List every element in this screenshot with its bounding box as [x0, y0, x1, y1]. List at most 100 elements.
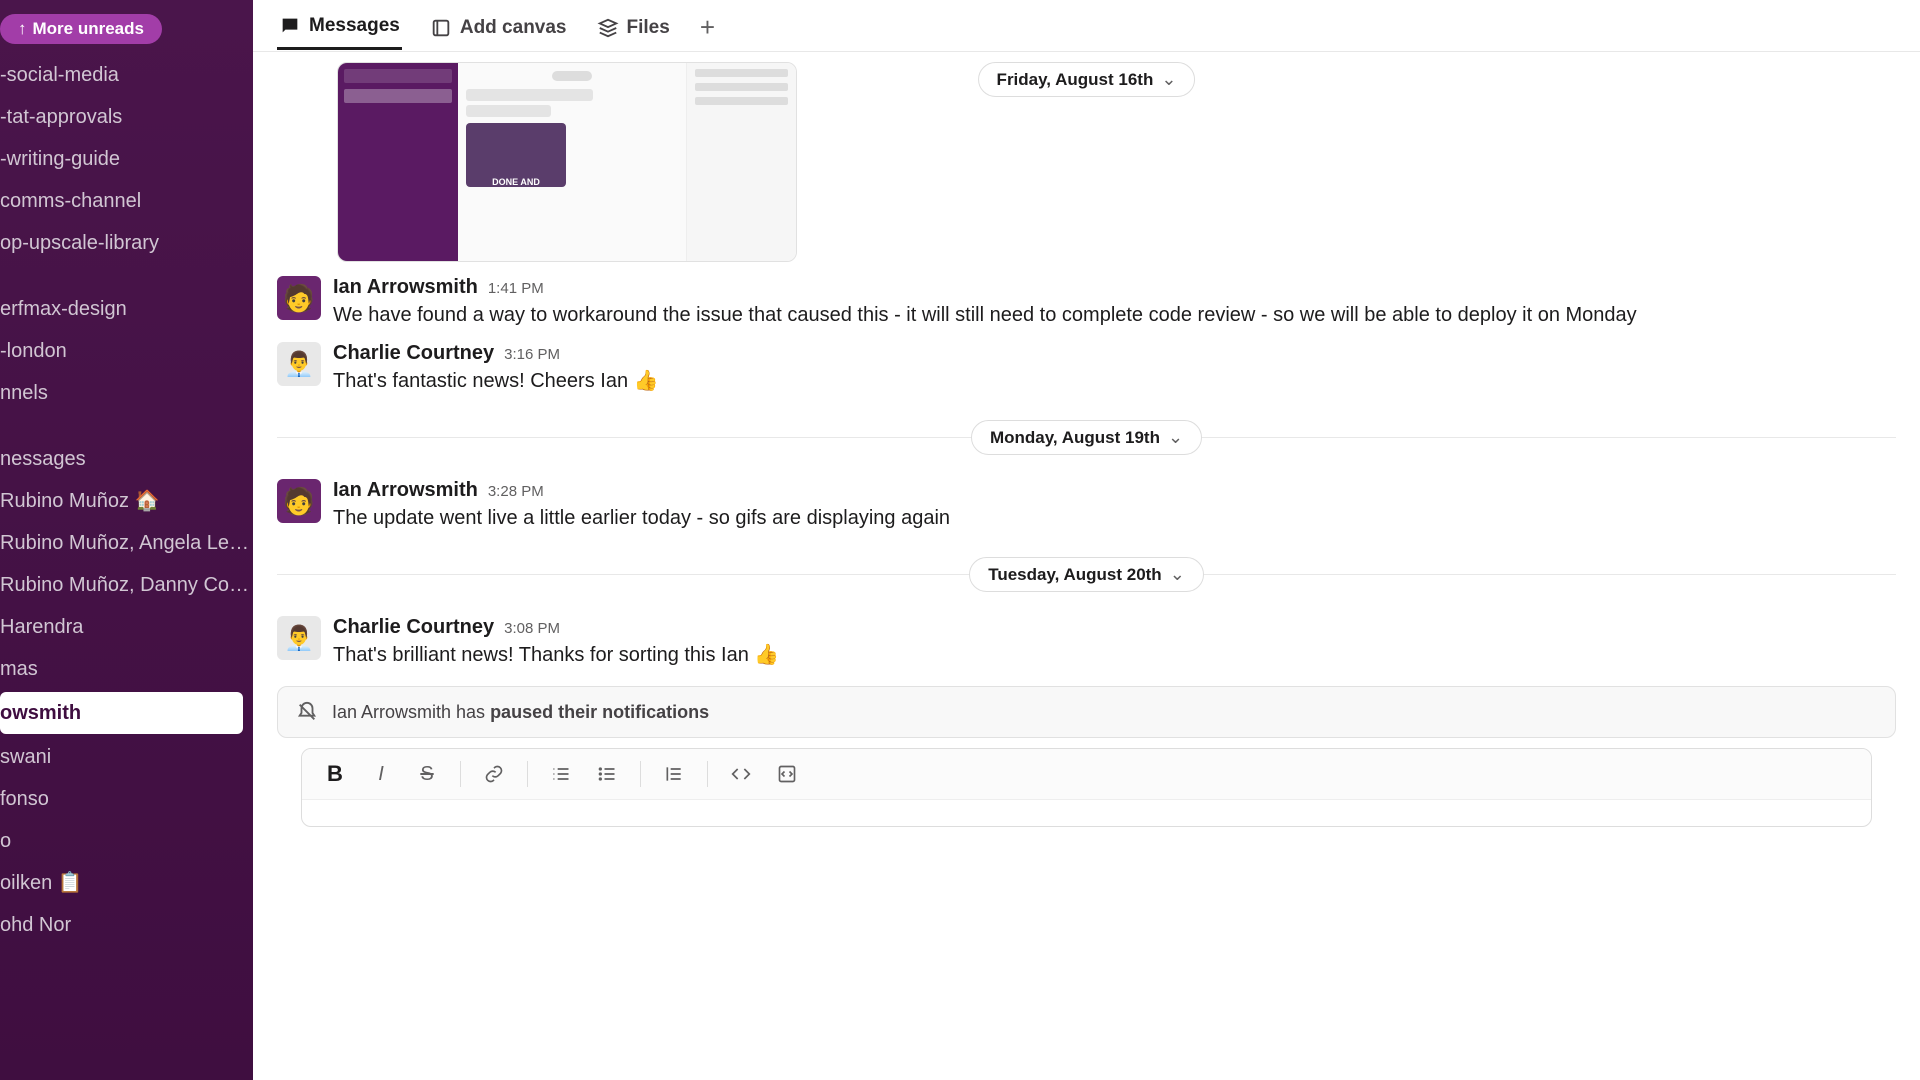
toolbar-separator: [460, 761, 461, 787]
bullet-list-button[interactable]: [588, 757, 626, 791]
sidebar-item[interactable]: -london: [0, 330, 253, 372]
message-time: 3:28 PM: [488, 483, 544, 500]
code-block-button[interactable]: [768, 757, 806, 791]
date-pill-floating[interactable]: Friday, August 16th: [978, 62, 1196, 97]
sidebar-list: -social-media-tat-approvals-writing-guid…: [0, 54, 253, 946]
strikethrough-icon: S: [420, 763, 433, 786]
bell-slash-icon: [296, 701, 318, 723]
tab-messages[interactable]: Messages: [277, 9, 402, 50]
message-text: We have found a way to workaround the is…: [333, 301, 1896, 330]
attachment-preview-center: DONE AND: [458, 63, 686, 261]
sidebar-gap: [0, 414, 253, 438]
sidebar-gap: [0, 264, 253, 288]
message-row: Ian Arrowsmith 3:28 PM The update went l…: [277, 473, 1896, 539]
avatar[interactable]: [277, 342, 321, 386]
sidebar-item[interactable]: swani: [0, 736, 253, 778]
sidebar: ↑ More unreads -social-media-tat-approva…: [0, 0, 253, 1080]
sidebar-item[interactable]: Rubino Muñoz, Angela Le…: [0, 522, 253, 564]
sidebar-item[interactable]: Rubino Muñoz, Danny Co…: [0, 564, 253, 606]
message-author[interactable]: Charlie Courtney: [333, 342, 494, 365]
message-text: The update went live a little earlier to…: [333, 504, 1896, 533]
sidebar-item[interactable]: erfmax-design: [0, 288, 253, 330]
ordered-list-icon: [551, 764, 571, 784]
attachment-preview-right: [686, 63, 796, 261]
tab-add[interactable]: +: [698, 6, 717, 53]
date-pill[interactable]: Tuesday, August 20th: [969, 557, 1204, 592]
more-unreads-label: More unreads: [33, 19, 144, 39]
channel-tabs: Messages Add canvas Files +: [253, 0, 1920, 52]
avatar[interactable]: [277, 276, 321, 320]
message-text: That's fantastic news! Cheers Ian 👍: [333, 367, 1896, 396]
tab-messages-label: Messages: [309, 15, 400, 37]
bullet-list-icon: [597, 764, 617, 784]
tab-files-label: Files: [627, 17, 670, 39]
message-author[interactable]: Ian Arrowsmith: [333, 479, 478, 502]
message-time: 3:16 PM: [504, 346, 560, 363]
sidebar-item[interactable]: ohd Nor: [0, 904, 253, 946]
attachment-gif-overlay: DONE AND: [466, 123, 566, 187]
date-pill-label: Friday, August 16th: [997, 70, 1154, 90]
sidebar-item[interactable]: oilken 📋: [0, 862, 253, 904]
attachment-preview-sidebar: [338, 63, 458, 261]
blockquote-icon: [664, 764, 684, 784]
message-text: That's brilliant news! Thanks for sortin…: [333, 641, 1896, 670]
link-button[interactable]: [475, 757, 513, 791]
sidebar-item[interactable]: o: [0, 820, 253, 862]
attachment-preview[interactable]: DONE AND: [337, 62, 797, 262]
strikethrough-button[interactable]: S: [408, 757, 446, 791]
bold-icon: B: [327, 761, 343, 787]
notification-banner: Ian Arrowsmith has paused their notifica…: [277, 686, 1896, 738]
blockquote-button[interactable]: [655, 757, 693, 791]
date-divider: Tuesday, August 20th: [277, 557, 1896, 592]
notification-text: Ian Arrowsmith has paused their notifica…: [332, 702, 709, 723]
composer-toolbar: B I S: [302, 749, 1871, 800]
sidebar-item[interactable]: Rubino Muñoz 🏠: [0, 480, 253, 522]
arrow-up-icon: ↑: [18, 19, 27, 39]
files-stack-icon: [597, 17, 619, 39]
date-pill-label: Tuesday, August 20th: [988, 565, 1162, 585]
bold-button[interactable]: B: [316, 757, 354, 791]
plus-icon: +: [700, 12, 715, 43]
sidebar-item[interactable]: nnels: [0, 372, 253, 414]
main-panel: Messages Add canvas Files + Friday, Augu…: [253, 0, 1920, 1080]
toolbar-separator: [707, 761, 708, 787]
date-pill[interactable]: Monday, August 19th: [971, 420, 1202, 455]
tab-add-canvas-label: Add canvas: [460, 17, 567, 39]
sidebar-item[interactable]: Harendra: [0, 606, 253, 648]
sidebar-item[interactable]: -tat-approvals: [0, 96, 253, 138]
sidebar-item[interactable]: -social-media: [0, 54, 253, 96]
message-list: Friday, August 16th DONE AND Ian Arrowsm…: [253, 52, 1920, 1080]
code-button[interactable]: [722, 757, 760, 791]
sidebar-item[interactable]: owsmith: [0, 692, 243, 734]
sidebar-item[interactable]: mas: [0, 648, 253, 690]
tab-add-canvas[interactable]: Add canvas: [428, 11, 569, 49]
avatar[interactable]: [277, 479, 321, 523]
toolbar-separator: [640, 761, 641, 787]
italic-icon: I: [378, 763, 384, 786]
ordered-list-button[interactable]: [542, 757, 580, 791]
date-pill-label: Monday, August 19th: [990, 428, 1160, 448]
chat-bubble-icon: [279, 15, 301, 37]
code-icon: [731, 764, 751, 784]
canvas-icon: [430, 17, 452, 39]
tab-files[interactable]: Files: [595, 11, 672, 49]
date-divider: Monday, August 19th: [277, 420, 1896, 455]
code-block-icon: [777, 764, 797, 784]
more-unreads-pill[interactable]: ↑ More unreads: [0, 14, 162, 44]
sidebar-item[interactable]: op-upscale-library: [0, 222, 253, 264]
sidebar-item[interactable]: fonso: [0, 778, 253, 820]
message-composer[interactable]: B I S: [301, 748, 1872, 827]
message-time: 1:41 PM: [488, 280, 544, 297]
composer-input[interactable]: [302, 800, 1871, 826]
italic-button[interactable]: I: [362, 757, 400, 791]
sidebar-item[interactable]: nessages: [0, 438, 253, 480]
toolbar-separator: [527, 761, 528, 787]
message-author[interactable]: Charlie Courtney: [333, 616, 494, 639]
avatar[interactable]: [277, 616, 321, 660]
message-row: Ian Arrowsmith 1:41 PM We have found a w…: [277, 270, 1896, 336]
message-row: Charlie Courtney 3:08 PM That's brillian…: [277, 610, 1896, 676]
sidebar-item[interactable]: comms-channel: [0, 180, 253, 222]
sidebar-item[interactable]: -writing-guide: [0, 138, 253, 180]
message-time: 3:08 PM: [504, 620, 560, 637]
message-author[interactable]: Ian Arrowsmith: [333, 276, 478, 299]
